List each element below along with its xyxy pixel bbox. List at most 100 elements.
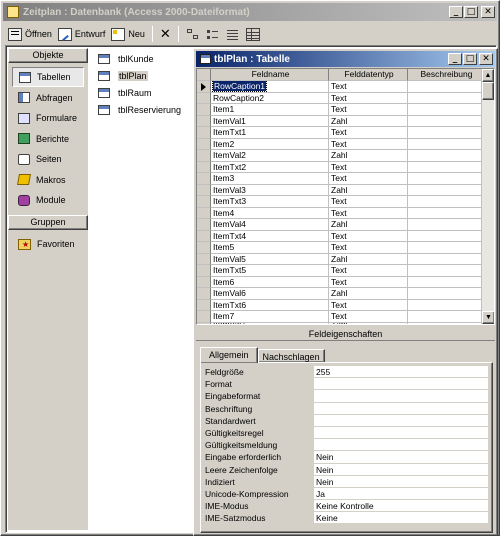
- new-button[interactable]: Neu: [108, 24, 148, 44]
- row-selector[interactable]: [197, 253, 211, 265]
- row-selector[interactable]: [197, 288, 211, 300]
- property-value[interactable]: Keine Kontrolle: [314, 500, 488, 513]
- field-row[interactable]: ItemTxt4 Text: [197, 230, 494, 242]
- field-row[interactable]: ItemVal1 Zahl: [197, 115, 494, 127]
- data-type-cell[interactable]: Text: [329, 161, 408, 173]
- property-value[interactable]: Keine: [314, 512, 488, 525]
- field-name-cell[interactable]: Item6: [211, 276, 329, 288]
- field-row[interactable]: ItemTxt1 Text: [197, 127, 494, 139]
- description-cell[interactable]: [408, 230, 484, 242]
- row-selector[interactable]: [197, 115, 211, 127]
- field-name-cell[interactable]: Item5: [211, 242, 329, 254]
- data-type-cell[interactable]: Text: [329, 196, 408, 208]
- field-name-cell[interactable]: ItemVal1: [211, 115, 329, 127]
- tab-lookup[interactable]: Nachschlagen: [257, 349, 325, 363]
- open-button[interactable]: Öffnen: [5, 24, 55, 44]
- description-cell[interactable]: [408, 161, 484, 173]
- field-row[interactable]: ItemTxt5 Text: [197, 265, 494, 277]
- data-type-cell[interactable]: Text: [329, 173, 408, 185]
- field-row[interactable]: Item2 Text: [197, 138, 494, 150]
- data-type-cell[interactable]: Text: [329, 276, 408, 288]
- design-button[interactable]: Entwurf: [55, 24, 109, 44]
- field-name-cell[interactable]: Item3: [211, 173, 329, 185]
- property-value[interactable]: [314, 390, 488, 403]
- description-cell[interactable]: [408, 196, 484, 208]
- field-row[interactable]: ItemVal5 Zahl: [197, 253, 494, 265]
- field-name-cell[interactable]: ItemVal5: [211, 253, 329, 265]
- description-cell[interactable]: [408, 92, 484, 104]
- description-cell[interactable]: [408, 138, 484, 150]
- row-selector[interactable]: [197, 299, 211, 311]
- data-type-cell[interactable]: Zahl: [329, 253, 408, 265]
- property-value[interactable]: Nein: [314, 475, 488, 488]
- data-type-cell[interactable]: Text: [329, 230, 408, 242]
- row-selector[interactable]: [197, 242, 211, 254]
- field-row[interactable]: ItemVal3 Zahl: [197, 184, 494, 196]
- field-name-cell[interactable]: ItemTxt5: [211, 265, 329, 277]
- table-list-item[interactable]: tblRaum: [98, 84, 198, 101]
- data-type-cell[interactable]: Zahl: [329, 219, 408, 231]
- column-header-fieldname[interactable]: Feldname: [211, 69, 329, 81]
- scroll-thumb[interactable]: [482, 82, 494, 100]
- design-minimize-button[interactable]: _: [448, 53, 462, 65]
- property-value[interactable]: [314, 414, 488, 427]
- field-row[interactable]: ItemVal2 Zahl: [197, 150, 494, 162]
- row-selector[interactable]: [197, 322, 211, 324]
- property-value[interactable]: 255: [314, 366, 488, 379]
- data-type-cell[interactable]: Text: [329, 81, 408, 93]
- row-selector[interactable]: [197, 276, 211, 288]
- field-row[interactable]: ItemTxt2 Text: [197, 161, 494, 173]
- row-selector[interactable]: [197, 230, 211, 242]
- field-row[interactable]: ItemVal4 Zahl: [197, 219, 494, 231]
- data-type-cell[interactable]: Zahl: [329, 322, 408, 324]
- field-row[interactable]: Item5 Text: [197, 242, 494, 254]
- description-cell[interactable]: [408, 184, 484, 196]
- row-selector[interactable]: [197, 92, 211, 104]
- field-name-cell[interactable]: RowCaption1: [211, 81, 329, 93]
- details-view-button[interactable]: [243, 24, 263, 44]
- field-name-cell[interactable]: ItemTxt1: [211, 127, 329, 139]
- table-list-item[interactable]: tblKunde: [98, 50, 198, 67]
- design-close-button[interactable]: ✕: [479, 53, 493, 65]
- data-type-cell[interactable]: Text: [329, 265, 408, 277]
- object-item-makros[interactable]: Makros: [12, 170, 84, 190]
- property-value[interactable]: Ja: [314, 487, 488, 501]
- small-icons-button[interactable]: [203, 24, 223, 44]
- field-row[interactable]: ItemTxt6 Text: [197, 299, 494, 311]
- row-selector[interactable]: [197, 196, 211, 208]
- description-cell[interactable]: [408, 276, 484, 288]
- description-cell[interactable]: [408, 127, 484, 139]
- field-row[interactable]: ItemVal6 Zahl: [197, 288, 494, 300]
- data-type-cell[interactable]: Zahl: [329, 184, 408, 196]
- description-cell[interactable]: [408, 265, 484, 277]
- data-type-cell[interactable]: Text: [329, 104, 408, 116]
- close-button[interactable]: ✕: [481, 6, 495, 18]
- field-row[interactable]: RowCaption1 Text: [197, 81, 494, 93]
- field-name-cell[interactable]: ItemTxt2: [211, 161, 329, 173]
- object-item-tabellen[interactable]: Tabellen: [12, 67, 84, 87]
- description-cell[interactable]: [408, 207, 484, 219]
- description-cell[interactable]: [408, 81, 484, 93]
- field-name-cell[interactable]: ItemVal3: [211, 184, 329, 196]
- column-header-description[interactable]: Beschreibung: [408, 69, 484, 81]
- row-selector[interactable]: [197, 219, 211, 231]
- tab-general[interactable]: Allgemein: [200, 347, 258, 363]
- data-type-cell[interactable]: Text: [329, 299, 408, 311]
- objects-header[interactable]: Objekte: [8, 48, 88, 63]
- field-name-cell[interactable]: RowCaption2: [211, 92, 329, 104]
- object-item-berichte[interactable]: Berichte: [12, 129, 84, 149]
- row-selector[interactable]: [197, 138, 211, 150]
- data-type-cell[interactable]: Text: [329, 127, 408, 139]
- field-row[interactable]: RowCaption2 Text: [197, 92, 494, 104]
- data-type-cell[interactable]: Text: [329, 92, 408, 104]
- object-item-seiten[interactable]: Seiten: [12, 149, 84, 169]
- field-row[interactable]: Item1 Text: [197, 104, 494, 116]
- description-cell[interactable]: [408, 253, 484, 265]
- design-maximize-button[interactable]: □: [463, 53, 477, 65]
- property-value[interactable]: [314, 439, 488, 452]
- field-row[interactable]: Item3 Text: [197, 173, 494, 185]
- large-icons-button[interactable]: [183, 24, 203, 44]
- data-type-cell[interactable]: Zahl: [329, 288, 408, 300]
- database-titlebar[interactable]: Zeitplan : Datenbank (Access 2000-Dateif…: [3, 3, 497, 21]
- grid-scrollbar[interactable]: ▲ ▼: [481, 69, 494, 324]
